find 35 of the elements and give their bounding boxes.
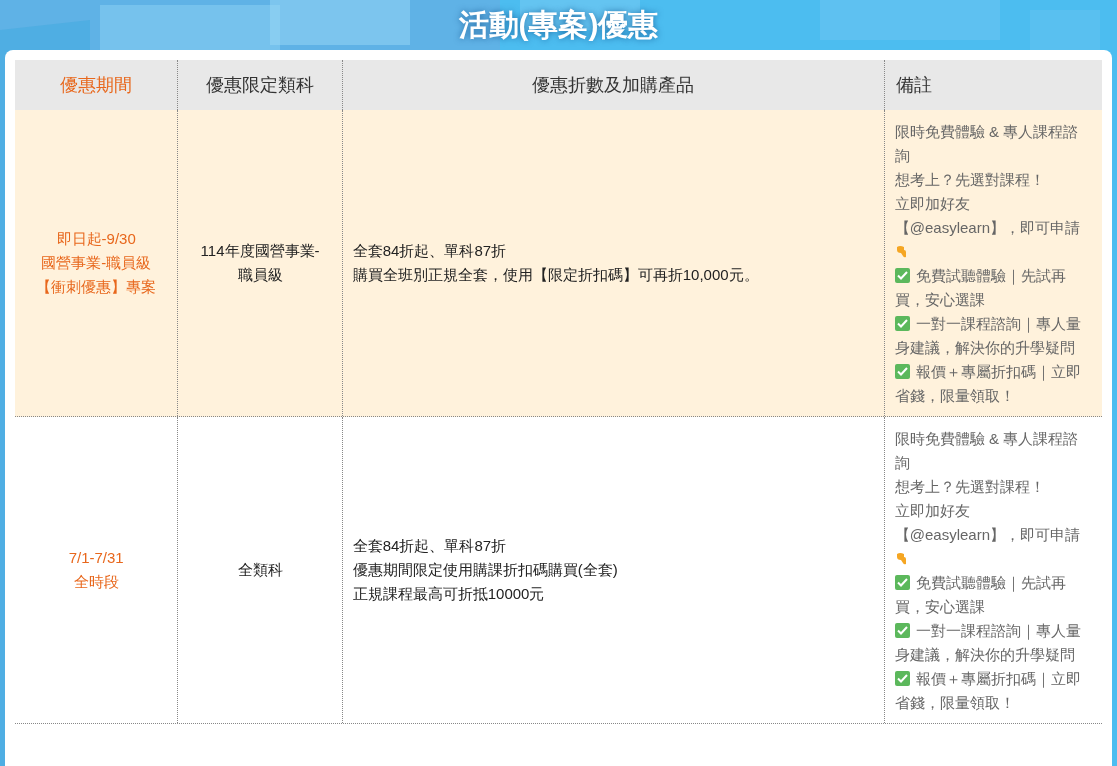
period-text: 即日起-9/30 [56,229,136,249]
note-text: 報價＋專屬折扣碼｜立即省錢，限量領取！ [894,362,1082,406]
note-text: 立即加好友 [894,194,971,214]
note-text: 一對一課程諮詢｜專人量身建議，解決你的升學疑問 [894,314,1082,358]
column-header: 優惠期間 [59,73,134,97]
note-text: 報價＋專屬折扣碼｜立即省錢，限量領取！ [894,669,1082,713]
page-title: 活動(專案)優惠 [458,7,659,43]
check-icon [894,575,910,590]
offer-text: 購買全班別正規全套，使用【限定折扣碼】可再折10,000元。 [352,265,760,285]
note-text: 免費試聽體驗｜先試再買，安心選課 [894,266,1067,310]
check-icon [894,268,910,283]
period-text: 國營事業-職員級 [41,253,152,273]
note-text: 想考上？先選對課程！ [894,170,1046,190]
subject-text: 114年度國營事業- [200,241,320,261]
period-text: 7/1-7/31 [68,548,124,568]
note-text: 立即加好友 [894,501,971,521]
check-icon [894,623,910,638]
subject-text: 全類科 [237,560,283,580]
note-text: 一對一課程諮詢｜專人量身建議，解決你的升學疑問 [894,621,1082,665]
check-icon [894,671,910,686]
note-text: 【@easylearn】，即可申請 [894,218,1082,238]
subject-text: 職員級 [237,265,283,285]
check-icon [894,316,910,331]
note-text: 免費試聽體驗｜先試再買，安心選課 [894,573,1067,617]
offer-text: 優惠期間限定使用購課折扣碼購買(全套) [352,560,619,580]
note-text: 限時免費體驗 & 專人課程諮詢 [894,122,1080,166]
offer-text: 正規課程最高可折抵10000元 [352,584,546,604]
offer-text: 全套84折起、單科87折 [352,241,508,261]
note-text: 限時免費體驗 & 專人課程諮詢 [894,429,1080,473]
note-text: 【@easylearn】，即可申請 [894,525,1082,545]
period-text: 【衝刺優惠】專案 [36,277,157,297]
offer-text: 全套84折起、單科87折 [352,536,508,556]
check-icon [894,364,910,379]
period-text: 全時段 [73,572,119,592]
note-text: 想考上？先選對課程！ [894,477,1046,497]
